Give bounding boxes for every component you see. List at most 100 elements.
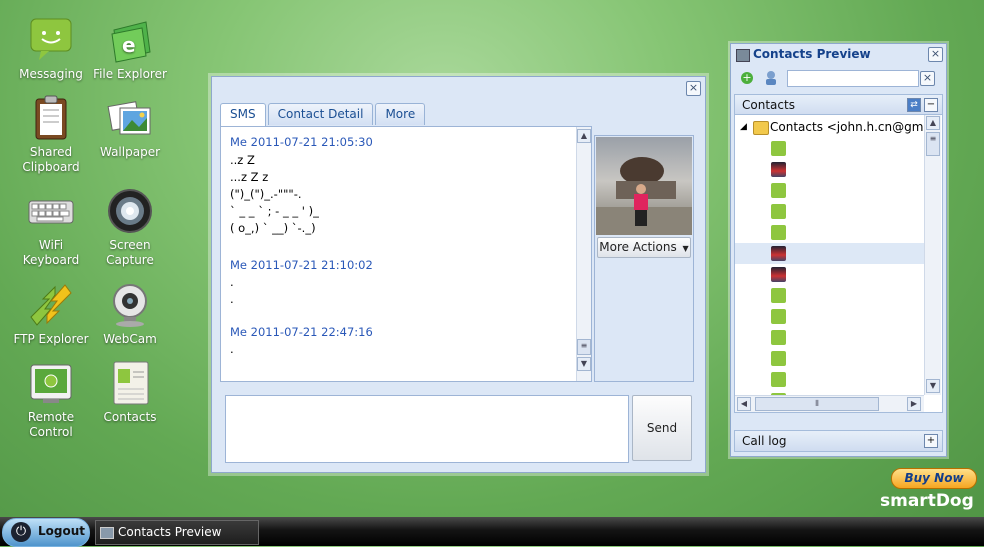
android-contact-icon (771, 309, 786, 324)
contacts-icon (106, 359, 154, 407)
message-header: Me 2011-07-21 21:05:30 (230, 135, 373, 149)
close-icon[interactable]: × (686, 81, 701, 96)
expand-arrow-icon[interactable]: ◢ (740, 117, 747, 138)
desktop-icon-wallpaper[interactable]: Wallpaper (90, 94, 170, 160)
message-list: Me 2011-07-21 21:05:30 ..z Z ...z Z z ("… (230, 135, 570, 358)
scroll-up-icon[interactable]: ▲ (926, 116, 940, 130)
buy-now-label: Buy Now (904, 471, 964, 485)
clipboard-icon (27, 94, 75, 142)
expand-icon[interactable]: + (924, 434, 938, 448)
message-line: ...z Z z (230, 170, 269, 184)
contact-row[interactable] (735, 369, 925, 390)
contact-row[interactable] (735, 264, 925, 285)
desktop-icon-file-explorer[interactable]: e File Explorer (90, 16, 170, 82)
power-icon: ⏻ (11, 522, 31, 542)
buy-now-button[interactable]: Buy Now (891, 468, 977, 489)
contact-row[interactable] (735, 159, 925, 180)
scroll-thumb[interactable]: ≡ (577, 339, 591, 355)
desktop-icon-contacts[interactable]: Contacts (90, 359, 170, 425)
window-app-icon (100, 527, 114, 539)
scroll-left-icon[interactable]: ◀ (737, 397, 751, 411)
contact-photo-image (596, 157, 692, 235)
scroll-right-icon[interactable]: ▶ (907, 397, 921, 411)
android-contact-icon (771, 372, 786, 387)
desktop-icon-wifi-keyboard[interactable]: WiFi Keyboard (11, 187, 91, 268)
contact-row[interactable] (735, 348, 925, 369)
scroll-thumb[interactable]: ⦀ (755, 397, 879, 411)
scroll-thumb[interactable]: ≡ (926, 132, 940, 156)
sms-window-titlebar[interactable]: × (212, 77, 705, 99)
user-icon[interactable] (764, 70, 778, 85)
scroll-down-icon[interactable]: ▼ (926, 379, 940, 393)
icon-label: Screen Capture (106, 238, 154, 267)
contacts-tree[interactable]: ◢ Contacts <john.h.cn@gmail ▲ ≡ ▼ ◀ ⦀ ▶ (734, 114, 943, 413)
send-button[interactable]: Send (632, 395, 692, 461)
message-line: ( o_,) ` __) `-._) (230, 221, 316, 235)
messaging-icon (27, 16, 75, 64)
contacts-preview-titlebar[interactable]: Contacts Preview × (731, 44, 946, 66)
contact-row[interactable] (735, 327, 925, 348)
message-line: . (230, 292, 234, 306)
android-contact-icon (771, 351, 786, 366)
taskbar-item-contacts-preview[interactable]: Contacts Preview (95, 520, 259, 545)
call-log-label: Call log (742, 434, 787, 448)
contact-row[interactable] (735, 180, 925, 201)
window-app-icon (736, 49, 750, 62)
tab-contact-detail[interactable]: Contact Detail (267, 103, 374, 125)
close-icon[interactable]: × (928, 47, 943, 62)
more-actions-button[interactable]: More Actions ▼ (597, 237, 691, 258)
message-body: . . (230, 274, 570, 308)
taskbar: ⏻ Logout Contacts Preview (0, 517, 984, 547)
desktop-icon-shared-clipboard[interactable]: Shared Clipboard (11, 94, 91, 175)
brand-logo: smartDog (880, 489, 978, 513)
contact-row[interactable] (735, 306, 925, 327)
folder-icon (753, 121, 769, 135)
icon-label: Remote Control (27, 410, 75, 439)
contact-search-input[interactable] (787, 70, 919, 87)
contacts-preview-title: Contacts Preview (753, 47, 871, 61)
android-contact-icon (771, 204, 786, 219)
contact-photo-icon (771, 267, 786, 282)
icon-label: File Explorer (93, 67, 167, 81)
tab-more[interactable]: More (375, 103, 426, 125)
desktop-icon-remote-control[interactable]: Remote Control (11, 359, 91, 440)
clear-search-icon[interactable]: × (920, 71, 935, 86)
scroll-down-icon[interactable]: ▼ (577, 357, 591, 371)
collapse-icon[interactable]: − (924, 98, 938, 112)
chevron-down-icon: ▼ (682, 244, 689, 253)
logout-button[interactable]: ⏻ Logout (2, 518, 90, 547)
android-contact-icon (771, 330, 786, 345)
contact-row[interactable] (735, 222, 925, 243)
conversation-scrollbar[interactable]: ▲ ≡ ▼ (576, 127, 591, 381)
compose-input[interactable] (225, 395, 629, 463)
ftp-icon (27, 281, 75, 329)
message-header: Me 2011-07-21 22:47:16 (230, 325, 373, 339)
tree-vertical-scrollbar[interactable]: ▲ ≡ ▼ (924, 115, 941, 395)
desktop-icon-ftp-explorer[interactable]: FTP Explorer (11, 281, 91, 347)
add-contact-icon[interactable]: + (741, 72, 753, 84)
contact-row[interactable] (735, 243, 925, 264)
conversation-panel[interactable]: Me 2011-07-21 21:05:30 ..z Z ...z Z z ("… (220, 126, 592, 382)
message-item: Me 2011-07-21 21:05:30 ..z Z ...z Z z ("… (230, 135, 570, 237)
refresh-icon[interactable]: ⇄ (907, 98, 921, 112)
tree-root-node[interactable]: ◢ Contacts <john.h.cn@gmail (735, 117, 937, 138)
desktop-icon-screen-capture[interactable]: Screen Capture (90, 187, 170, 268)
android-contact-icon (771, 141, 786, 156)
tab-sms[interactable]: SMS (220, 103, 266, 126)
more-actions-label: More Actions (599, 240, 677, 254)
tree-horizontal-scrollbar[interactable]: ◀ ⦀ ▶ (735, 395, 924, 412)
contact-row[interactable] (735, 285, 925, 306)
contact-row[interactable] (735, 138, 925, 159)
root-node-label: Contacts <john.h.cn@gmail (770, 120, 938, 134)
desktop-icon-webcam[interactable]: WebCam (90, 281, 170, 347)
call-log-section-header[interactable]: Call log + (734, 430, 943, 452)
icon-label: Contacts (103, 410, 157, 424)
webcam-icon (106, 281, 154, 329)
scroll-up-icon[interactable]: ▲ (577, 129, 591, 143)
message-line: ..z Z (230, 153, 255, 167)
android-contact-icon (771, 183, 786, 198)
icon-label: WiFi Keyboard (22, 238, 80, 267)
contacts-section-header[interactable]: Contacts ⇄ − (734, 94, 943, 116)
contact-row[interactable] (735, 201, 925, 222)
desktop-icon-messaging[interactable]: Messaging (11, 16, 91, 82)
